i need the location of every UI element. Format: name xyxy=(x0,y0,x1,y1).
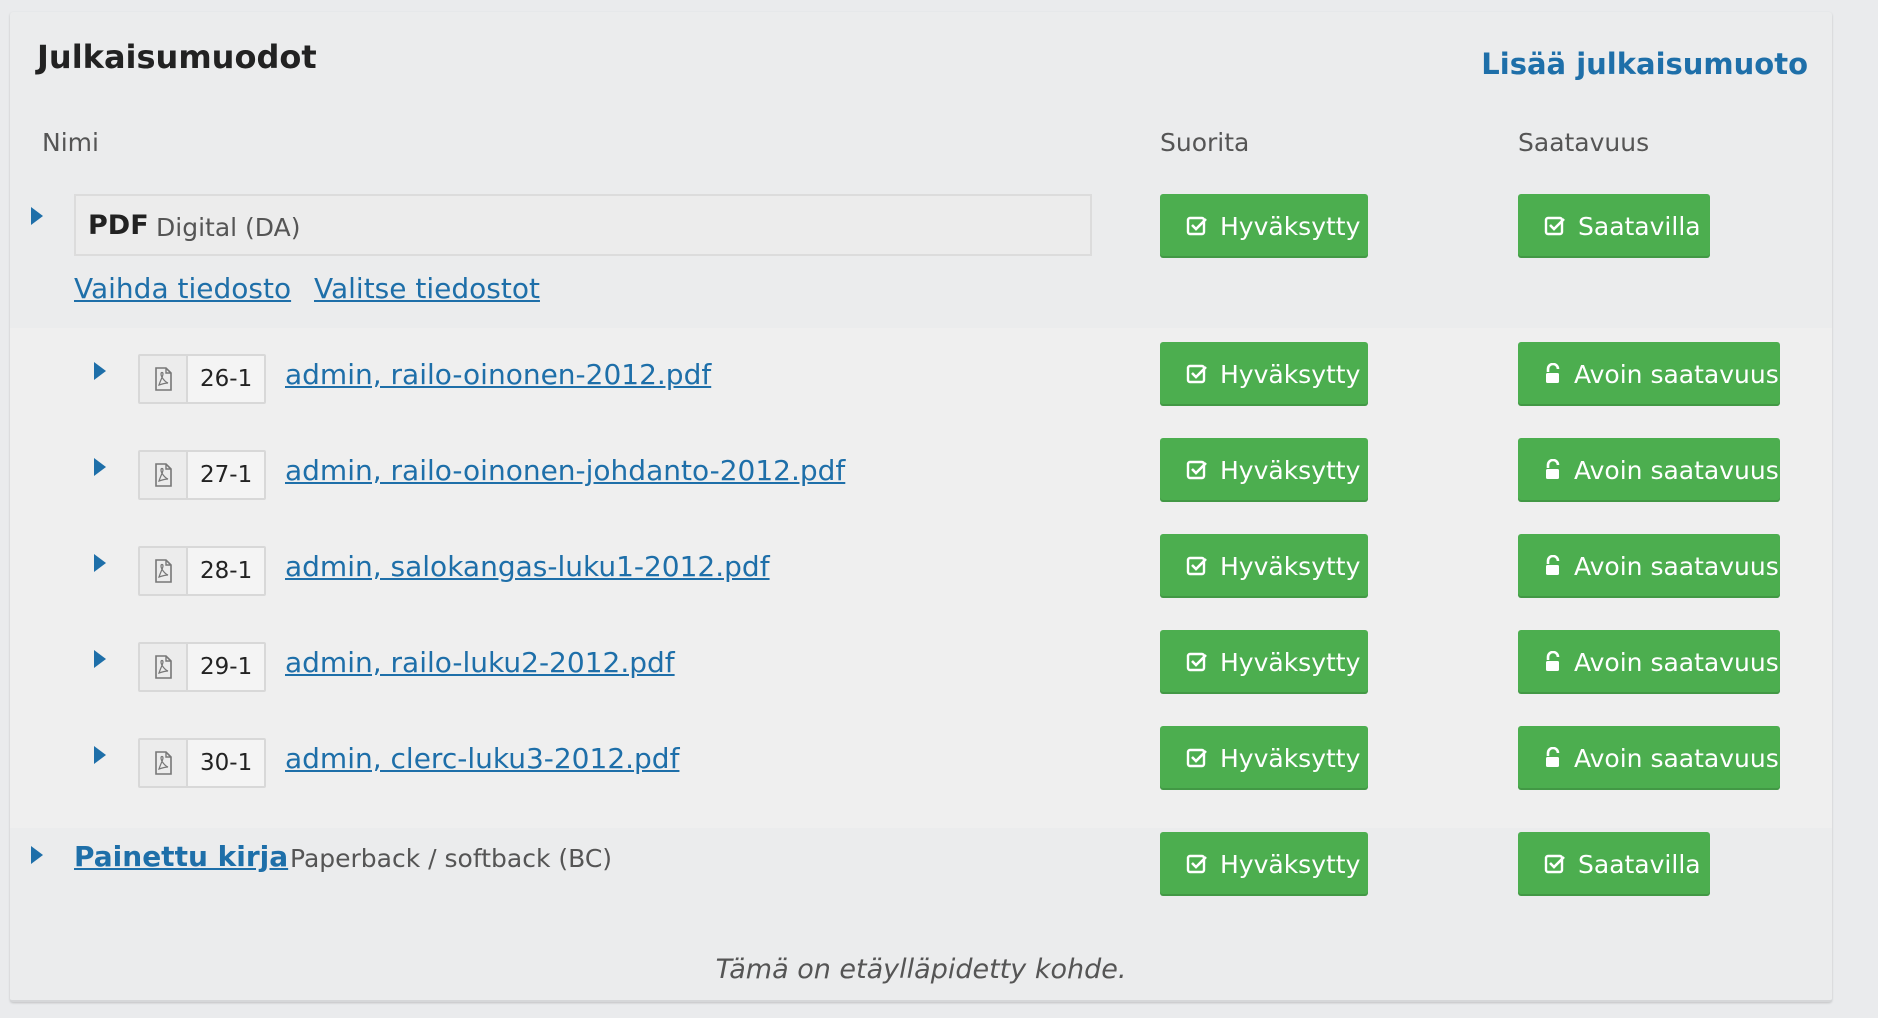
format-type: Digital (DA) xyxy=(156,213,301,242)
file-id-box: 28-1 xyxy=(138,546,267,596)
pdf-file-icon xyxy=(140,452,188,498)
file-name-link[interactable]: admin, clerc-luku3-2012.pdf xyxy=(285,742,679,775)
approve-button-label: Hyväksytty xyxy=(1220,359,1361,389)
approve-button-label: Hyväksytty xyxy=(1220,455,1361,485)
check-square-icon xyxy=(1186,853,1208,875)
open-access-button[interactable]: Avoin saatavuus xyxy=(1518,726,1780,790)
file-id: 30-1 xyxy=(200,750,253,776)
check-square-icon xyxy=(1544,215,1566,237)
expand-caret-icon[interactable] xyxy=(94,554,106,572)
file-id: 27-1 xyxy=(200,462,253,488)
open-access-button-label: Avoin saatavuus xyxy=(1574,647,1779,677)
check-square-icon xyxy=(1186,363,1208,385)
pdf-file-icon xyxy=(140,644,188,690)
pdf-file-icon xyxy=(140,740,188,786)
publication-formats-panel: Julkaisumuodot Lisää julkaisumuoto Nimi … xyxy=(10,12,1832,1002)
file-id-box: 30-1 xyxy=(138,738,267,788)
unlock-icon xyxy=(1544,747,1562,769)
file-id-box: 26-1 xyxy=(138,354,267,404)
open-access-button[interactable]: Avoin saatavuus xyxy=(1518,534,1780,598)
file-name-link[interactable]: admin, railo-luku2-2012.pdf xyxy=(285,646,675,679)
open-access-button-label: Avoin saatavuus xyxy=(1574,743,1779,773)
format-type: Paperback / softback (BC) xyxy=(290,844,613,873)
expand-caret-icon[interactable] xyxy=(94,362,106,380)
file-name-link[interactable]: admin, railo-oinonen-2012.pdf xyxy=(285,358,711,391)
open-access-button-label: Avoin saatavuus xyxy=(1574,455,1779,485)
open-access-button[interactable]: Avoin saatavuus xyxy=(1518,438,1780,502)
file-id: 29-1 xyxy=(200,654,253,680)
expand-caret-icon[interactable] xyxy=(94,746,106,764)
file-name-link[interactable]: admin, salokangas-luku1-2012.pdf xyxy=(285,550,770,583)
availability-button-label: Saatavilla xyxy=(1578,211,1701,241)
check-square-icon xyxy=(1186,747,1208,769)
file-id: 28-1 xyxy=(200,558,253,584)
approve-button[interactable]: Hyväksytty xyxy=(1160,630,1368,694)
expand-caret-icon[interactable] xyxy=(31,846,43,864)
unlock-icon xyxy=(1544,363,1562,385)
add-format-link[interactable]: Lisää julkaisumuoto xyxy=(1481,47,1808,81)
pdf-file-icon xyxy=(140,356,188,402)
column-header-availability: Saatavuus xyxy=(1518,128,1650,157)
panel-title: Julkaisumuodot xyxy=(37,38,317,76)
approve-button[interactable]: Hyväksytty xyxy=(1160,726,1368,790)
approve-button[interactable]: Hyväksytty xyxy=(1160,438,1368,502)
format-name-link[interactable]: Painettu kirja xyxy=(74,840,288,873)
file-list: 26-1 admin, railo-oinonen-2012.pdf Hyväksy… xyxy=(10,328,1832,828)
approve-button-label: Hyväksytty xyxy=(1220,743,1361,773)
availability-button[interactable]: Saatavilla xyxy=(1518,194,1710,258)
pdf-file-icon xyxy=(140,548,188,594)
open-access-button[interactable]: Avoin saatavuus xyxy=(1518,630,1780,694)
approve-button[interactable]: Hyväksytty xyxy=(1160,832,1368,896)
availability-button[interactable]: Saatavilla xyxy=(1518,832,1710,896)
open-access-button-label: Avoin saatavuus xyxy=(1574,359,1779,389)
check-square-icon xyxy=(1186,215,1208,237)
column-header-action: Suorita xyxy=(1160,128,1250,157)
column-header-name: Nimi xyxy=(42,128,99,157)
expand-caret-icon[interactable] xyxy=(31,207,43,225)
select-files-link[interactable]: Valitse tiedostot xyxy=(314,272,540,305)
open-access-button[interactable]: Avoin saatavuus xyxy=(1518,342,1780,406)
approve-button[interactable]: Hyväksytty xyxy=(1160,342,1368,406)
check-square-icon xyxy=(1186,459,1208,481)
open-access-button-label: Avoin saatavuus xyxy=(1574,551,1779,581)
format-row-pdf: PDF Digital (DA) xyxy=(74,194,1092,256)
check-square-icon xyxy=(1186,651,1208,673)
unlock-icon xyxy=(1544,555,1562,577)
check-square-icon xyxy=(1186,555,1208,577)
unlock-icon xyxy=(1544,459,1562,481)
footer-note: Tämä on etäylläpidetty kohde. xyxy=(715,954,1127,985)
file-name-link[interactable]: admin, railo-oinonen-johdanto-2012.pdf xyxy=(285,454,845,487)
file-id-box: 27-1 xyxy=(138,450,267,500)
approve-button[interactable]: Hyväksytty xyxy=(1160,194,1368,258)
expand-caret-icon[interactable] xyxy=(94,458,106,476)
change-file-link[interactable]: Vaihda tiedosto xyxy=(74,272,291,305)
expand-caret-icon[interactable] xyxy=(94,650,106,668)
approve-button-label: Hyväksytty xyxy=(1220,211,1361,241)
check-square-icon xyxy=(1544,853,1566,875)
unlock-icon xyxy=(1544,651,1562,673)
approve-button[interactable]: Hyväksytty xyxy=(1160,534,1368,598)
format-name: PDF xyxy=(88,210,149,241)
approve-button-label: Hyväksytty xyxy=(1220,647,1361,677)
approve-button-label: Hyväksytty xyxy=(1220,849,1361,879)
availability-button-label: Saatavilla xyxy=(1578,849,1701,879)
file-id-box: 29-1 xyxy=(138,642,267,692)
approve-button-label: Hyväksytty xyxy=(1220,551,1361,581)
file-id: 26-1 xyxy=(200,366,253,392)
